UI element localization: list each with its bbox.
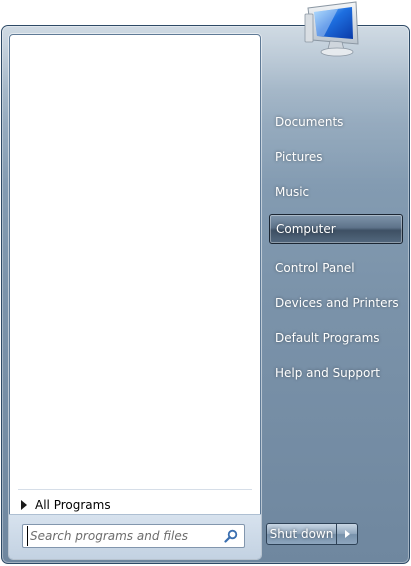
triangle-right-icon [21,500,27,510]
right-item-control-panel[interactable]: Control Panel [269,253,403,283]
all-programs-label: All Programs [35,498,111,512]
programs-list [10,35,260,483]
right-item-label: Help and Support [275,366,380,380]
right-item-documents[interactable]: Documents [269,107,403,137]
shutdown-group: Shut down [266,523,358,545]
shutdown-label: Shut down [269,527,334,541]
right-item-label: Music [275,185,310,199]
right-item-label: Devices and Printers [275,296,399,310]
shutdown-options-button[interactable] [337,523,358,545]
search-input[interactable] [27,526,217,546]
all-programs-button[interactable]: All Programs [18,494,254,516]
search-icon[interactable] [224,529,238,543]
programs-pane: All Programs [9,34,261,559]
start-menu: All Programs Documents Pictures Music Co… [1,25,410,564]
right-item-label: Pictures [275,150,323,164]
right-item-label: Control Panel [275,261,355,275]
right-item-label: Computer [276,222,336,236]
right-item-computer[interactable]: Computer [269,214,403,244]
shutdown-button[interactable]: Shut down [266,523,337,545]
all-programs-divider [18,489,252,490]
search-band [9,514,261,559]
search-box [22,524,245,548]
right-item-devices-and-printers[interactable]: Devices and Printers [269,288,403,318]
right-item-help-and-support[interactable]: Help and Support [269,358,403,388]
right-item-label: Documents [275,115,344,129]
right-item-label: Default Programs [275,331,380,345]
computer-monitor-icon[interactable] [302,0,370,60]
right-item-music[interactable]: Music [269,177,403,207]
right-item-pictures[interactable]: Pictures [269,142,403,172]
chevron-right-icon [344,530,350,538]
right-item-default-programs[interactable]: Default Programs [269,323,403,353]
